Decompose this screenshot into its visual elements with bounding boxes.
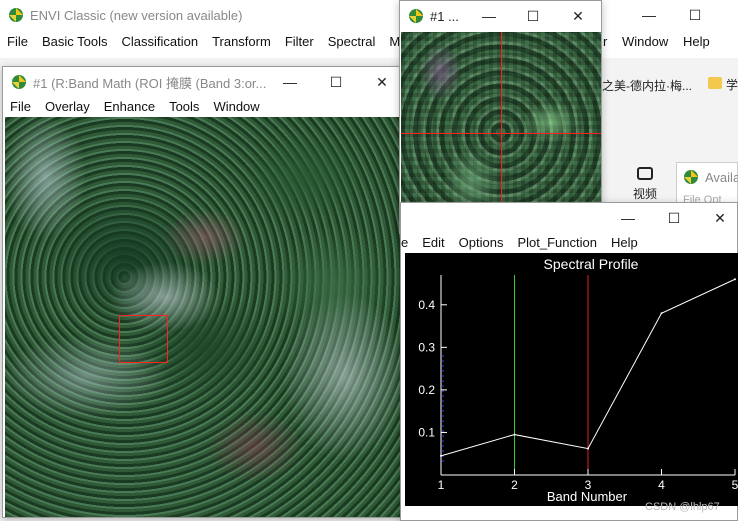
- menu-filter[interactable]: Filter: [285, 34, 314, 49]
- x-tick-label: 3: [585, 478, 592, 492]
- image-maximize-button[interactable]: ☐: [313, 67, 359, 97]
- image-menu-enhance[interactable]: Enhance: [104, 99, 155, 114]
- menu-classification[interactable]: Classification: [121, 34, 198, 49]
- available-label: Availa: [705, 170, 738, 185]
- data-point: [587, 447, 589, 450]
- spectral-maximize-button[interactable]: ☐: [651, 203, 697, 233]
- browser-tab-label-2[interactable]: 学: [726, 76, 738, 93]
- browser-tab-strip: 之美-德内拉·梅... 学: [600, 70, 738, 100]
- zoom-window: #1 ... — ☐ ✕: [399, 0, 602, 234]
- main-window-title: ENVI Classic (new version available): [30, 7, 243, 23]
- y-tick-label: 0.4: [418, 298, 435, 312]
- y-tick-label: 0.1: [418, 425, 435, 439]
- video-icon: [637, 167, 653, 180]
- watermark: CSDN @lhlp67: [645, 501, 720, 513]
- image-display-canvas[interactable]: [5, 117, 403, 517]
- x-tick-label: 1: [438, 478, 445, 492]
- y-tick-label: 0.2: [418, 383, 435, 397]
- video-button[interactable]: 视频: [625, 163, 670, 203]
- envi-main-window: ENVI Classic (new version available) — ☐…: [0, 0, 738, 58]
- spectral-plot[interactable]: Spectral Profile Band Number 0.10.20.30.…: [405, 253, 738, 506]
- zoom-close-button[interactable]: ✕: [555, 1, 601, 31]
- envi-icon: [684, 170, 698, 184]
- x-tick-label: 2: [511, 478, 518, 492]
- image-window-title: #1 (R:Band Math (ROI 掩膜 (Band 3:or...: [33, 75, 267, 91]
- data-point: [660, 312, 663, 315]
- browser-tab-label[interactable]: 之美-德内拉·梅...: [602, 77, 692, 94]
- data-point: [734, 278, 736, 281]
- image-window: #1 (R:Band Math (ROI 掩膜 (Band 3:or... — …: [2, 66, 405, 518]
- spectral-menu-edit[interactable]: Edit: [422, 235, 444, 250]
- spectral-menu-partial[interactable]: e: [401, 235, 408, 250]
- spectral-menu-plot-function[interactable]: Plot_Function: [517, 235, 597, 250]
- zoom-maximize-button[interactable]: ☐: [510, 1, 556, 31]
- envi-icon: [9, 8, 23, 22]
- menu-window[interactable]: Window: [622, 34, 668, 49]
- video-label: 视频: [633, 187, 658, 201]
- image-minimize-button[interactable]: —: [267, 67, 313, 97]
- spectral-minimize-button[interactable]: —: [605, 203, 651, 233]
- main-maximize-button[interactable]: ☐: [672, 0, 718, 30]
- y-tick-label: 0.3: [418, 340, 435, 354]
- spectral-menu-options[interactable]: Options: [459, 235, 504, 250]
- spectral-menu-help[interactable]: Help: [611, 235, 638, 250]
- data-point: [513, 433, 516, 436]
- envi-icon: [12, 75, 26, 89]
- x-tick-label: 4: [658, 478, 665, 492]
- crosshair-horizontal: [401, 133, 601, 134]
- menu-help[interactable]: Help: [683, 34, 710, 49]
- available-panel: Availa File Opt: [676, 162, 738, 206]
- image-menu-window[interactable]: Window: [213, 99, 259, 114]
- image-menu-file[interactable]: File: [10, 99, 31, 114]
- zoom-box[interactable]: [119, 315, 168, 363]
- data-point: [440, 454, 442, 457]
- spectral-profile-window: — ☐ ✕ e Edit Options Plot_Function Help …: [400, 202, 738, 521]
- plot-background: [405, 253, 738, 506]
- spectral-menubar: e Edit Options Plot_Function Help: [401, 231, 737, 253]
- envi-icon: [409, 9, 423, 23]
- menu-partial-r[interactable]: r: [603, 34, 607, 49]
- spectral-close-button[interactable]: ✕: [697, 203, 738, 233]
- bookmark-folder-icon[interactable]: [708, 77, 722, 89]
- menu-transform[interactable]: Transform: [212, 34, 271, 49]
- image-menubar: File Overlay Enhance Tools Window: [3, 95, 404, 117]
- menu-file[interactable]: File: [7, 34, 28, 49]
- main-minimize-button[interactable]: —: [626, 0, 672, 30]
- menu-basic-tools[interactable]: Basic Tools: [42, 34, 108, 49]
- zoom-minimize-button[interactable]: —: [466, 1, 512, 31]
- x-tick-label: 5: [732, 478, 738, 492]
- zoom-window-title: #1 ...: [430, 8, 459, 24]
- menu-spectral[interactable]: Spectral: [328, 34, 376, 49]
- chart-title: Spectral Profile: [544, 256, 639, 272]
- image-menu-overlay[interactable]: Overlay: [45, 99, 90, 114]
- image-menu-tools[interactable]: Tools: [169, 99, 199, 114]
